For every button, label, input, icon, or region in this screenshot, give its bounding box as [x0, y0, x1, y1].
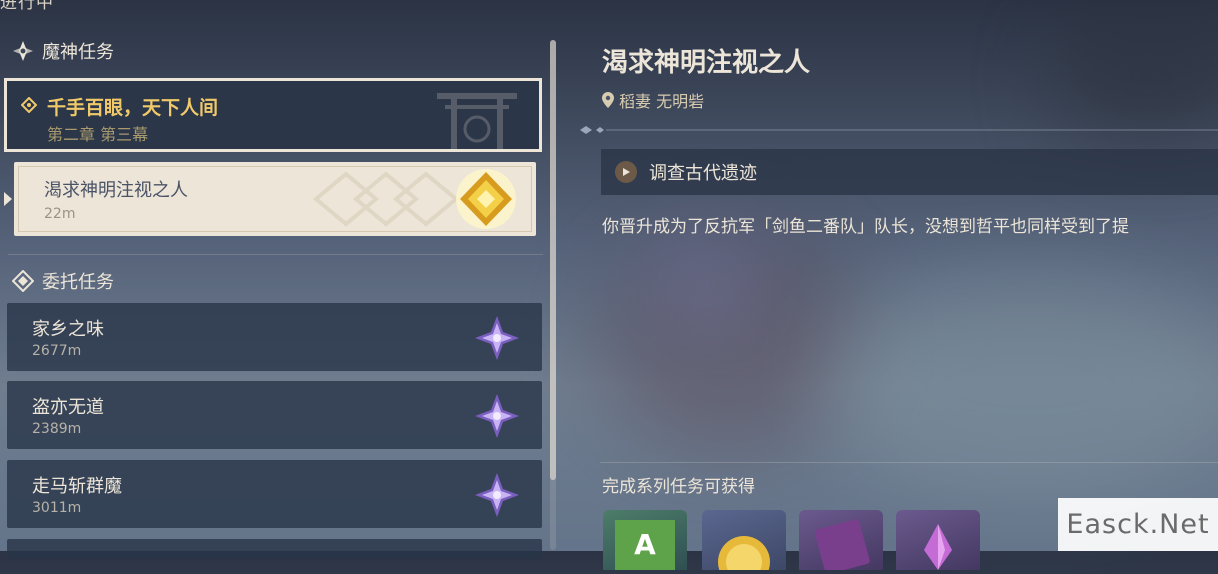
commission-item[interactable]: 走马斩群魔 3011m — [7, 460, 542, 528]
archon-quest-icon — [13, 41, 33, 61]
commission-item[interactable]: 盗亦无道 2389m — [7, 381, 542, 449]
location-pin-icon — [602, 92, 614, 108]
torii-gate-icon — [437, 93, 517, 151]
quest-description: 你晋升成为了反抗军「剑鱼二番队」队长，没想到哲平也同样受到了提 — [602, 217, 1129, 237]
watermark: Easck.Net — [1058, 498, 1218, 551]
selected-quest-title: 渴求神明注视之人 — [44, 180, 188, 201]
purple-star-commission-icon — [475, 473, 519, 517]
reward-item[interactable]: A — [603, 510, 687, 570]
commission-distance: 2677m — [32, 343, 82, 359]
commission-title: 家乡之味 — [32, 319, 104, 340]
purple-star-commission-icon — [475, 394, 519, 438]
commission-title: 走马斩群魔 — [32, 476, 122, 497]
objective-row[interactable]: 调查古代遗迹 — [601, 149, 1218, 195]
commission-distance: 2389m — [32, 421, 82, 437]
gold-diamond-quest-icon — [456, 169, 516, 229]
scrollbar-thumb[interactable] — [550, 40, 556, 480]
commission-item[interactable] — [7, 539, 542, 559]
mora-coin-icon — [718, 536, 770, 574]
main-quest-item[interactable]: 千手百眼，天下人间 第二章 第三幕 — [4, 78, 542, 152]
ornamental-divider — [580, 126, 1218, 134]
archon-section-label: 魔神任务 — [42, 42, 114, 63]
commission-section-label: 委托任务 — [42, 272, 114, 293]
commission-distance: 3011m — [32, 500, 82, 516]
selected-quest-distance: 22m — [44, 206, 76, 222]
quest-marker-icon — [21, 97, 37, 113]
svg-text:A: A — [634, 528, 656, 561]
commission-title: 盗亦无道 — [32, 397, 104, 418]
selection-cursor-icon — [4, 192, 12, 206]
commission-item[interactable]: 家乡之味 2677m — [7, 303, 542, 371]
quest-detail-title: 渴求神明注视之人 — [602, 48, 811, 78]
main-quest-title: 千手百眼，天下人间 — [47, 97, 219, 119]
play-arrow-icon — [615, 161, 637, 183]
quest-location: 稻妻 无明砦 — [602, 88, 704, 112]
reward-section-label: 完成系列任务可获得 — [602, 477, 755, 497]
purple-star-commission-icon — [475, 316, 519, 360]
quest-list-panel: 魔神任务 千手百眼，天下人间 第二章 第三幕 渴求神明注视之人 22m 委托任务… — [0, 30, 560, 559]
background-pattern — [312, 171, 460, 227]
crystal-icon — [924, 524, 952, 570]
reward-item[interactable] — [896, 510, 980, 570]
commission-section-header: 委托任务 — [12, 268, 114, 294]
location-label: 稻妻 无明砦 — [619, 92, 705, 111]
archon-section-header: 魔神任务 — [12, 38, 114, 64]
selected-quest-item[interactable]: 渴求神明注视之人 22m — [14, 162, 536, 236]
purple-book-icon — [814, 519, 870, 574]
reward-item[interactable] — [702, 510, 786, 574]
talent-book-icon: A — [615, 520, 675, 570]
objective-label: 调查古代遗迹 — [649, 163, 757, 184]
reward-item[interactable] — [799, 510, 883, 574]
main-quest-chapter: 第二章 第三幕 — [47, 125, 149, 144]
commission-quest-icon — [12, 270, 34, 292]
page-title: 进行中 — [0, 0, 54, 13]
